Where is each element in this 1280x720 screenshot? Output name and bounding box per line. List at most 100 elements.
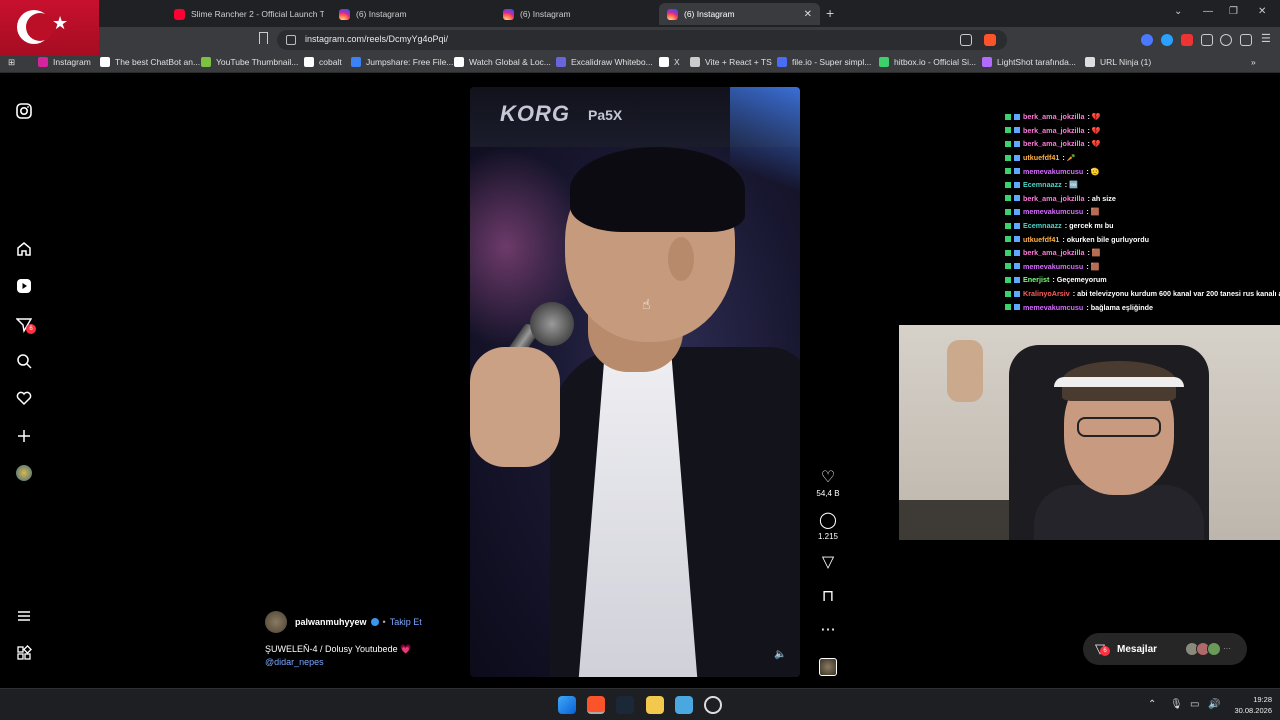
stream-chat-overlay: berk_ama_jokzilla: 💔 berk_ama_jokzilla: 💔…	[1000, 110, 1280, 322]
bookmark-item[interactable]: The best ChatBot an...	[100, 57, 200, 67]
platform-badge-icon	[1014, 276, 1020, 283]
obs-icon[interactable]	[704, 696, 722, 714]
create-plus-icon[interactable]	[15, 427, 33, 445]
search-icon[interactable]	[15, 352, 33, 370]
bookmark-item[interactable]: Instagram	[38, 57, 91, 67]
steam-icon[interactable]	[616, 696, 634, 714]
reel-caption: ŞUWELEŇ-4 / Dolusy Youtubede 💗	[265, 644, 412, 654]
more-menu-icon[interactable]	[15, 607, 33, 625]
more-bookmarks-icon[interactable]: »	[1251, 57, 1256, 67]
close-window-icon[interactable]: ✕	[1258, 6, 1266, 17]
audio-thumbnail[interactable]	[819, 658, 837, 676]
profile-icon[interactable]	[1220, 34, 1232, 46]
heart-icon[interactable]	[15, 389, 33, 407]
cast-icon[interactable]	[960, 34, 972, 46]
reel-mention-link[interactable]: @didar_nepes	[265, 657, 324, 667]
bookmark-label: YouTube Thumbnail...	[216, 57, 299, 67]
microphone-icon[interactable]: 🎙	[1170, 699, 1183, 710]
minimize-icon[interactable]: —	[1203, 6, 1213, 17]
platform-badge-icon	[1014, 208, 1020, 215]
extension-blue-icon[interactable]	[1161, 34, 1173, 46]
mail-icon[interactable]	[675, 696, 693, 714]
also-from-meta-icon[interactable]	[15, 644, 33, 662]
display-icon[interactable]: ▭	[1190, 699, 1199, 710]
site-info-icon[interactable]	[286, 35, 296, 45]
windows-start-icon[interactable]	[558, 696, 576, 714]
subscriber-badge-icon	[1005, 127, 1011, 134]
vpn-shield-icon[interactable]	[1240, 34, 1252, 46]
bookmark-item[interactable]: cobalt	[304, 57, 342, 67]
messages-badge: 6	[1100, 646, 1110, 656]
home-icon[interactable]	[15, 240, 33, 258]
mute-toggle-icon[interactable]: 🔈	[774, 649, 786, 660]
bookmark-label: The best ChatBot an...	[115, 57, 201, 67]
extension-audio-icon[interactable]	[1141, 34, 1153, 46]
tab-slime-rancher[interactable]: Slime Rancher 2 - Official Launch Tra	[166, 3, 324, 25]
bookmark-item[interactable]: YouTube Thumbnail...	[201, 57, 298, 67]
comment-count: 1.215	[817, 532, 839, 541]
bookmark-item[interactable]: URL Ninja (1)	[1085, 57, 1151, 67]
chat-username: memevakumcusu	[1023, 207, 1084, 217]
stage-brand-text: KORG	[500, 101, 570, 126]
more-options-button[interactable]: ···	[811, 621, 845, 639]
extension-red-icon[interactable]	[1181, 34, 1193, 46]
bookmark-item[interactable]: file.io - Super simpl...	[777, 57, 871, 67]
follow-button[interactable]: Takip Et	[390, 617, 422, 627]
instagram-logo-icon[interactable]	[15, 102, 33, 120]
bookmark-item[interactable]: Watch Global & Loc...	[454, 57, 551, 67]
author-username[interactable]: palwanmuhyyew	[295, 617, 367, 627]
reel-video[interactable]: KORG Pa5X ☝ 🔈	[470, 87, 800, 677]
tab-title: (6) Instagram	[520, 9, 571, 19]
menu-icon[interactable]: ☰	[1261, 34, 1273, 46]
bookmark-label: LightShot tarafında...	[997, 57, 1076, 67]
messages-button[interactable]: ▽6 Mesajlar ···	[1083, 633, 1247, 665]
extensions-puzzle-icon[interactable]	[1201, 34, 1213, 46]
subscriber-badge-icon	[1005, 304, 1011, 311]
url-text[interactable]: instagram.com/reels/DcmyYg4oPqi/	[305, 34, 448, 44]
cobalt-icon	[304, 57, 314, 67]
webcam-overlay	[899, 325, 1280, 540]
tray-chevron-icon[interactable]: ⌃	[1148, 699, 1156, 710]
url-bar[interactable]: instagram.com/reels/DcmyYg4oPqi/	[277, 30, 1007, 50]
author-avatar[interactable]	[265, 611, 287, 633]
bookmark-item[interactable]: LightShot tarafında...	[982, 57, 1076, 67]
apps-grid-icon[interactable]: ⊞	[8, 57, 15, 68]
webcam-headphones	[1054, 377, 1184, 387]
separator-dot: •	[382, 617, 386, 627]
bookmark-item[interactable]: Vite + React + TS	[690, 57, 772, 67]
hitbox-icon	[879, 57, 889, 67]
jumpshare-icon	[351, 57, 361, 67]
tab-instagram-2[interactable]: (6) Instagram	[495, 3, 655, 25]
bookmark-item[interactable]: X	[659, 57, 680, 67]
direct-messages-icon[interactable]: 6	[15, 316, 36, 334]
brave-shield-icon[interactable]	[984, 34, 996, 46]
tab-search-icon[interactable]: ⌄	[1174, 6, 1182, 17]
reels-icon[interactable]	[15, 277, 33, 295]
tab-instagram-active[interactable]: (6) Instagram ✕	[659, 3, 820, 25]
bookmark-item[interactable]: hitbox.io - Official Si...	[879, 57, 976, 67]
comment-button[interactable]: ◯ 1.215	[811, 511, 845, 542]
close-tab-icon[interactable]: ✕	[804, 9, 812, 20]
brave-browser-icon[interactable]	[587, 696, 605, 714]
system-clock[interactable]: 19:28 30.08.2026	[1228, 694, 1272, 716]
lightshot-icon	[982, 57, 992, 67]
windows-taskbar: ⌃ 🎙 ▭ 🔊 19:28 30.08.2026	[0, 688, 1280, 720]
volume-icon[interactable]: 🔊	[1208, 699, 1220, 710]
profile-avatar-icon[interactable]	[15, 464, 33, 482]
bookmark-item[interactable]: Excalidraw Whitebo...	[556, 57, 653, 67]
file-explorer-icon[interactable]	[646, 696, 664, 714]
chat-message: Ecemnaazz: 🆒	[1000, 178, 1280, 192]
subscriber-badge-icon	[1005, 154, 1011, 161]
like-button[interactable]: ♡ 54,4 B	[811, 468, 845, 499]
chat-message: berk_ama_jokzilla: 💔	[1000, 137, 1280, 151]
tab-instagram-1[interactable]: (6) Instagram	[331, 3, 491, 25]
share-button[interactable]: ▽	[811, 553, 845, 571]
chat-message: memevakumcusu: 🟫	[1000, 260, 1280, 274]
bookmark-item[interactable]: Jumpshare: Free File...	[351, 57, 453, 67]
bookmark-icon[interactable]	[259, 32, 268, 44]
new-tab-button[interactable]: +	[826, 5, 834, 21]
save-button[interactable]: ⊓	[811, 587, 845, 605]
maximize-icon[interactable]: ❐	[1229, 6, 1238, 17]
chat-message: berk_ama_jokzilla: 🟫	[1000, 246, 1280, 260]
chat-message: Ecemnaazz: gercek mı bu	[1000, 219, 1280, 233]
